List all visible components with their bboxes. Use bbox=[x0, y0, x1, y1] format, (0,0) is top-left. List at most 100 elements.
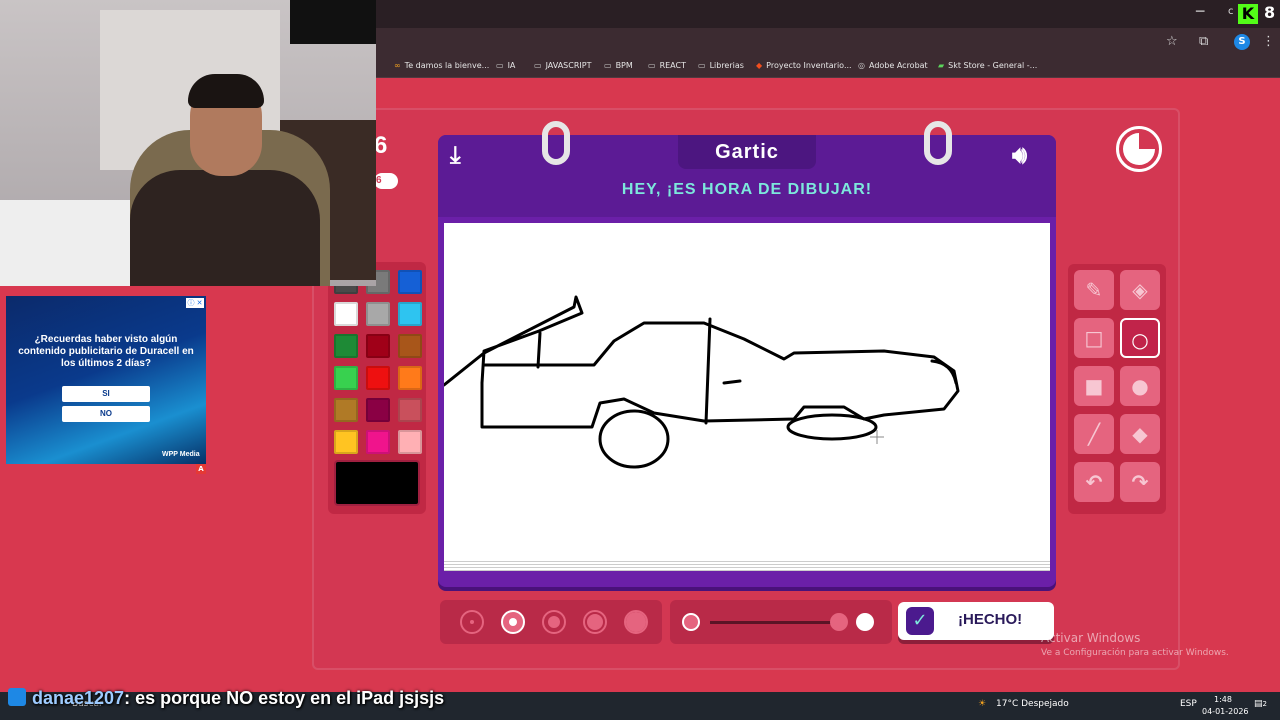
notebook-ring bbox=[542, 121, 570, 165]
bookmark-item[interactable]: ◆ Proyecto Inventario... bbox=[756, 61, 852, 70]
kick-viewer-count: 8 bbox=[1264, 3, 1276, 22]
color-swatch[interactable] bbox=[366, 334, 390, 358]
download-icon[interactable]: ⤓ bbox=[450, 141, 461, 169]
brush-size-option[interactable] bbox=[501, 610, 525, 634]
speaker-icon[interactable]: 🔊︎ bbox=[1012, 141, 1027, 169]
color-swatch[interactable] bbox=[398, 302, 422, 326]
activate-windows-title: Activar Windows bbox=[1041, 631, 1141, 645]
ad-question: ¿Recuerdas haber visto algún contenido p… bbox=[18, 334, 194, 369]
rectangle-fill-tool[interactable]: ■ bbox=[1074, 366, 1114, 406]
bookmark-item[interactable]: ▭ IA bbox=[496, 61, 515, 70]
webcam-person-hair bbox=[188, 74, 264, 108]
figma-icon: ◆ bbox=[756, 61, 763, 70]
color-swatch[interactable] bbox=[398, 270, 422, 294]
tool-panel: ✎ ◈ □ ○ ■ ● ╱ ◆ ↶ ↷ bbox=[1068, 264, 1166, 514]
infinity-icon: ∞ bbox=[394, 61, 401, 70]
chat-user-icon bbox=[8, 688, 26, 706]
survey-ad: ⓘ ✕ ¿Recuerdas haber visto algún conteni… bbox=[6, 296, 206, 464]
folder-icon: ▭ bbox=[698, 61, 706, 70]
bookmark-label: Proyecto Inventario... bbox=[766, 61, 852, 70]
brush-size-selector bbox=[440, 600, 662, 644]
bookmark-item[interactable]: ▭ BPM bbox=[604, 61, 633, 70]
color-swatch[interactable] bbox=[366, 398, 390, 422]
brush-size-option[interactable] bbox=[583, 610, 607, 634]
page-title: HEY, ¡ES HORA DE DIBUJAR! bbox=[621, 181, 873, 198]
bookmark-item[interactable]: ▭ JAVASCRIPT bbox=[534, 61, 591, 70]
bookmark-label: Skt Store - General -... bbox=[948, 61, 1038, 70]
color-swatch[interactable] bbox=[398, 334, 422, 358]
globe-icon: ◎ bbox=[858, 61, 865, 70]
color-swatch[interactable] bbox=[398, 366, 422, 390]
brush-size-option[interactable] bbox=[460, 610, 484, 634]
gartic-logo: Gartic bbox=[678, 135, 816, 169]
color-swatch[interactable] bbox=[366, 366, 390, 390]
taskbar-lang[interactable]: ESP bbox=[1180, 699, 1197, 709]
bookmark-label: Adobe Acrobat bbox=[868, 61, 928, 70]
eraser-tool[interactable]: ◈ bbox=[1120, 270, 1160, 310]
profile-avatar[interactable]: S bbox=[1234, 34, 1250, 50]
drawing-canvas[interactable] bbox=[442, 223, 1050, 561]
bookmark-item[interactable]: ▭ Librerias bbox=[698, 61, 744, 70]
fill-bucket-tool[interactable]: ◆ bbox=[1120, 414, 1160, 454]
taskbar-time[interactable]: 1:48 bbox=[1214, 695, 1232, 704]
undo-tool[interactable]: ↶ bbox=[1074, 462, 1114, 502]
bookmark-item[interactable]: ▭ REACT bbox=[648, 61, 686, 70]
drawing-notebook: Gartic ⤓ 🔊︎ HEY, ¡ES HORA DE DIBUJAR! bbox=[438, 121, 1056, 587]
webcam-person-body bbox=[130, 170, 320, 286]
done-button[interactable]: ✓ ¡HECHO! bbox=[898, 602, 1054, 640]
color-swatch[interactable] bbox=[398, 398, 422, 422]
folder-icon: ▭ bbox=[648, 61, 656, 70]
folder-icon: ▭ bbox=[604, 61, 612, 70]
bookmark-label: Librerias bbox=[709, 61, 744, 70]
color-swatch[interactable] bbox=[366, 430, 390, 454]
bookmark-label: JAVASCRIPT bbox=[545, 61, 592, 70]
webcam-bed bbox=[0, 200, 130, 286]
chat-overlay: danae1207: es porque NO estoy en el iPad… bbox=[8, 688, 444, 709]
color-swatch[interactable] bbox=[366, 302, 390, 326]
bookmark-item[interactable]: ◎ Adobe Acrobat bbox=[858, 61, 928, 70]
car-drawing bbox=[442, 295, 960, 469]
color-swatch[interactable] bbox=[334, 334, 358, 358]
notification-icon[interactable]: ▤2 bbox=[1254, 699, 1267, 709]
ad-badge: A bbox=[196, 464, 206, 474]
chat-message: : es porque NO estoy en el iPad jsjsjs bbox=[124, 688, 445, 708]
corner-char: c bbox=[1228, 6, 1234, 17]
line-tool[interactable]: ╱ bbox=[1074, 414, 1114, 454]
brush-size-option[interactable] bbox=[624, 610, 648, 634]
slider-track[interactable] bbox=[710, 621, 840, 624]
weather-icon: ☀ bbox=[978, 699, 987, 709]
timer-fill bbox=[1123, 133, 1155, 165]
ad-no-button[interactable]: NO bbox=[62, 406, 150, 422]
pencil-tool[interactable]: ✎ bbox=[1074, 270, 1114, 310]
webcam-overlay bbox=[0, 0, 376, 286]
opacity-min-icon bbox=[682, 613, 700, 631]
ellipse-outline-tool[interactable]: ○ bbox=[1120, 318, 1160, 358]
taskbar-date[interactable]: 04-01-2026 bbox=[1202, 707, 1249, 716]
color-swatch[interactable] bbox=[398, 430, 422, 454]
rectangle-outline-tool[interactable]: □ bbox=[1074, 318, 1114, 358]
slider-knob[interactable] bbox=[830, 613, 848, 631]
done-label: ¡HECHO! bbox=[958, 611, 1023, 628]
ad-yes-button[interactable]: SI bbox=[62, 386, 150, 402]
bookmark-item[interactable]: ▰ Skt Store - General -... bbox=[938, 61, 1037, 70]
ad-brand: WPP Media bbox=[162, 451, 200, 458]
color-swatch[interactable] bbox=[334, 302, 358, 326]
ad-info-icon[interactable]: ⓘ ✕ bbox=[186, 298, 204, 308]
brush-size-option[interactable] bbox=[542, 610, 566, 634]
check-icon: ✓ bbox=[906, 607, 934, 635]
folder-icon: ▭ bbox=[534, 61, 542, 70]
ellipse-fill-tool[interactable]: ● bbox=[1120, 366, 1160, 406]
taskbar-weather[interactable]: 17°C Despejado bbox=[996, 699, 1069, 709]
bookmark-star-icon[interactable]: ☆ bbox=[1166, 34, 1178, 49]
opacity-slider bbox=[670, 600, 892, 644]
redo-tool[interactable]: ↷ bbox=[1120, 462, 1160, 502]
color-swatch[interactable] bbox=[334, 430, 358, 454]
color-swatch[interactable] bbox=[334, 398, 358, 422]
bookmark-item[interactable]: ∞ Te damos la bienve... bbox=[394, 61, 489, 70]
bookmark-label: REACT bbox=[659, 61, 686, 70]
extensions-icon[interactable]: ⧉ bbox=[1199, 34, 1208, 49]
minimize-icon[interactable]: ─ bbox=[1196, 4, 1204, 20]
menu-kebab-icon[interactable]: ⋮ bbox=[1262, 34, 1275, 49]
app-icon: ▰ bbox=[938, 61, 945, 70]
color-swatch[interactable] bbox=[334, 366, 358, 390]
